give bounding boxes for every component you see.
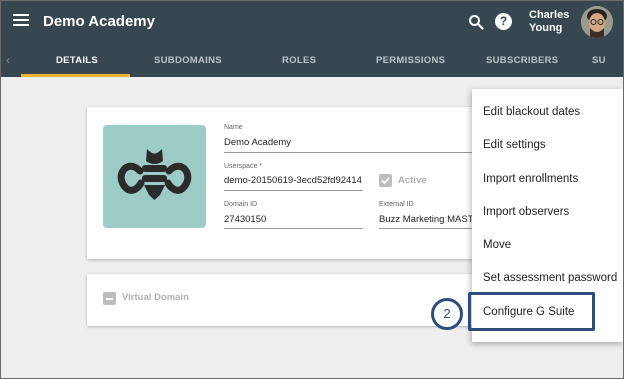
help-icon[interactable]: ? — [495, 13, 512, 30]
external-id-field-underline — [379, 228, 487, 229]
bee-logo-icon — [117, 149, 192, 200]
menu-item-move[interactable]: Move — [483, 239, 511, 251]
name-field-underline — [224, 152, 487, 153]
tab-permissions[interactable]: PERMISSIONS — [376, 55, 445, 66]
virtual-domain-checkbox[interactable] — [103, 292, 116, 305]
domain-id-field[interactable]: 27430150 — [224, 214, 363, 225]
tab-roles[interactable]: ROLES — [282, 55, 316, 66]
external-id-label: External ID — [379, 201, 414, 208]
domain-id-field-underline — [224, 228, 363, 229]
userspace-field-underline — [224, 190, 363, 191]
virtual-domain-label: Virtual Domain — [122, 292, 189, 303]
menu-item-edit-settings[interactable]: Edit settings — [483, 139, 546, 151]
domain-details-card: Name Demo Academy Userspace * demo-20150… — [87, 107, 487, 259]
domain-id-label: Domain ID — [224, 201, 258, 208]
search-icon[interactable] — [468, 14, 484, 30]
hamburger-menu-icon[interactable] — [13, 14, 29, 28]
tab-overflow[interactable]: SU — [592, 55, 606, 66]
user-first-name[interactable]: Charles — [529, 9, 569, 21]
active-label: Active — [398, 175, 427, 186]
active-checkbox[interactable] — [379, 174, 392, 187]
tab-details[interactable]: DETAILS — [56, 55, 98, 66]
menu-item-import-observers[interactable]: Import observers — [483, 206, 569, 218]
tab-scroll-left-icon[interactable]: ‹ — [6, 53, 10, 67]
app-bar: Demo Academy ? Charles Young — [1, 1, 623, 43]
app-window: Demo Academy ? Charles Young ‹ DETAILS S… — [0, 0, 624, 379]
menu-item-edit-blackout-dates[interactable]: Edit blackout dates — [483, 106, 580, 118]
tab-subdomains[interactable]: SUBDOMAINS — [154, 55, 222, 66]
check-icon — [381, 177, 390, 185]
menu-item-import-enrollments[interactable]: Import enrollments — [483, 173, 578, 185]
tab-bar: ‹ DETAILS SUBDOMAINS ROLES PERMISSIONS S… — [1, 43, 623, 77]
name-field[interactable]: Demo Academy — [224, 137, 484, 148]
avatar-photo — [581, 6, 613, 38]
avatar[interactable] — [581, 6, 613, 38]
external-id-field[interactable]: Buzz Marketing MASTER — [379, 214, 472, 225]
domain-logo[interactable] — [103, 125, 206, 228]
userspace-label: Userspace * — [224, 163, 263, 170]
step-callout-badge: 2 — [431, 298, 463, 330]
name-label: Name — [224, 124, 243, 131]
app-title: Demo Academy — [43, 13, 155, 30]
menu-item-set-assessment-password[interactable]: Set assessment password — [483, 272, 617, 284]
tab-subscribers[interactable]: SUBSCRIBERS — [486, 55, 558, 66]
user-last-name[interactable]: Young — [529, 22, 562, 34]
virtual-domain-card: Virtual Domain — [87, 274, 487, 326]
configure-g-suite-highlight — [468, 292, 595, 331]
userspace-field[interactable]: demo-20150619-3ecd52fd92414 — [224, 175, 363, 186]
